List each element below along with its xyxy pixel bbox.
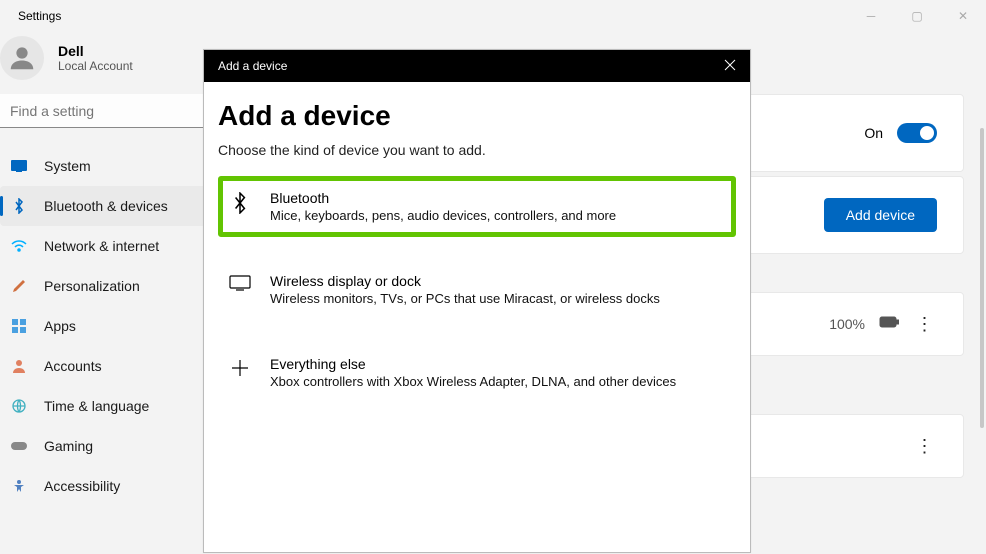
option-sub: Wireless monitors, TVs, or PCs that use … xyxy=(270,291,660,306)
brush-icon xyxy=(10,277,28,295)
bluetooth-icon xyxy=(10,197,28,215)
add-device-button[interactable]: Add device xyxy=(824,198,937,232)
modal-header-title: Add a device xyxy=(218,59,287,73)
gaming-icon xyxy=(10,437,28,455)
battery-percent: 100% xyxy=(829,316,865,332)
sidebar-item-label: Gaming xyxy=(44,438,93,454)
wifi-icon xyxy=(10,237,28,255)
more-button[interactable]: ⋮ xyxy=(913,434,937,458)
maximize-button[interactable]: ▢ xyxy=(894,0,940,32)
option-title: Bluetooth xyxy=(270,190,616,206)
more-button[interactable]: ⋮ xyxy=(913,312,937,336)
toggle-state-label: On xyxy=(864,125,883,141)
sidebar-item-label: Network & internet xyxy=(44,238,159,254)
accounts-icon xyxy=(10,357,28,375)
globe-icon xyxy=(10,397,28,415)
bluetooth-icon xyxy=(228,190,252,214)
account-sub: Local Account xyxy=(58,59,133,73)
sidebar-item-label: System xyxy=(44,158,91,174)
window-title: Settings xyxy=(18,9,61,23)
option-sub: Mice, keyboards, pens, audio devices, co… xyxy=(270,208,616,223)
sidebar-item-label: Bluetooth & devices xyxy=(44,198,168,214)
display-icon xyxy=(228,273,252,291)
modal-subtitle: Choose the kind of device you want to ad… xyxy=(218,142,736,158)
sidebar-item-label: Time & language xyxy=(44,398,149,414)
option-everything-else[interactable]: Everything else Xbox controllers with Xb… xyxy=(218,342,736,403)
scrollbar[interactable] xyxy=(980,128,984,428)
add-device-modal: Add a device Add a device Choose the kin… xyxy=(203,49,751,553)
option-sub: Xbox controllers with Xbox Wireless Adap… xyxy=(270,374,676,389)
close-button[interactable]: ✕ xyxy=(940,0,986,32)
account-name: Dell xyxy=(58,43,133,59)
modal-title: Add a device xyxy=(218,100,736,132)
accessibility-icon xyxy=(10,477,28,495)
system-icon xyxy=(10,157,28,175)
apps-icon xyxy=(10,317,28,335)
option-title: Everything else xyxy=(270,356,676,372)
sidebar-item-label: Personalization xyxy=(44,278,140,294)
sidebar-item-label: Accounts xyxy=(44,358,102,374)
option-bluetooth[interactable]: Bluetooth Mice, keyboards, pens, audio d… xyxy=(218,176,736,237)
bluetooth-toggle[interactable] xyxy=(897,123,937,143)
avatar xyxy=(0,36,44,80)
sidebar-item-label: Accessibility xyxy=(44,478,120,494)
modal-close-button[interactable] xyxy=(724,59,736,74)
window-controls: ─ ▢ ✕ xyxy=(848,0,986,32)
option-title: Wireless display or dock xyxy=(270,273,660,289)
titlebar: Settings ─ ▢ ✕ xyxy=(0,0,986,32)
minimize-button[interactable]: ─ xyxy=(848,0,894,32)
battery-icon xyxy=(879,315,899,333)
option-wireless-display[interactable]: Wireless display or dock Wireless monito… xyxy=(218,259,736,320)
plus-icon xyxy=(228,356,252,378)
modal-header: Add a device xyxy=(204,50,750,82)
sidebar-item-label: Apps xyxy=(44,318,76,334)
